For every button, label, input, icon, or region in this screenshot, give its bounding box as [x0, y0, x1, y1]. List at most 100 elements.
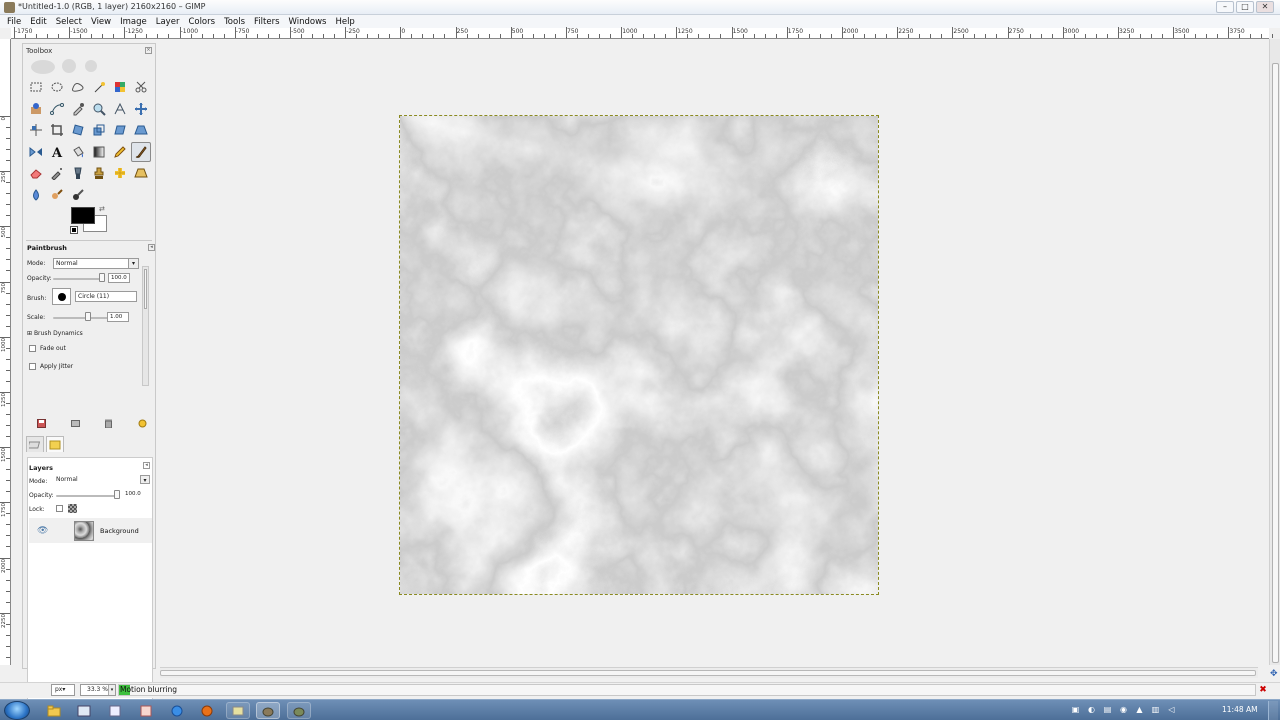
tool-smudge[interactable] — [47, 185, 67, 205]
tool-scissors-select[interactable] — [131, 77, 151, 97]
layers-mode-select[interactable]: Normal ▾ — [54, 475, 150, 486]
vertical-ruler[interactable]: 0 250 500 750 1000 1250 1500 1750 2000 2250 — [0, 39, 11, 665]
brush-name-field[interactable]: Circle (11) — [75, 291, 137, 302]
restore-options-icon[interactable] — [70, 418, 81, 429]
tool-shear[interactable] — [110, 120, 130, 140]
tool-options-config-icon[interactable]: ◂ — [148, 244, 155, 251]
tool-dodge-burn[interactable] — [68, 185, 88, 205]
tool-clone[interactable] — [89, 163, 109, 183]
toolbox-close-icon[interactable]: × — [145, 47, 152, 54]
tool-paintbrush[interactable] — [131, 141, 151, 162]
network-icon[interactable]: ▥ — [1150, 704, 1161, 715]
cancel-operation-icon[interactable]: ✖ — [1258, 684, 1268, 696]
taskbar-explorer[interactable] — [42, 702, 66, 719]
foreground-color-swatch[interactable] — [71, 207, 95, 224]
tool-crop[interactable] — [47, 120, 67, 140]
brush-dynamics-expander[interactable]: ⊞ Brush Dynamics — [27, 330, 83, 337]
horizontal-ruler[interactable]: -1750 -1500 -1250 -1000 -750 -500 -250 0 250 500 7… — [11, 27, 1274, 39]
menu-windows[interactable]: Windows — [286, 17, 330, 27]
reset-options-icon[interactable] — [137, 418, 148, 429]
tool-flip[interactable] — [26, 142, 46, 162]
tool-options-scrollbar[interactable] — [142, 266, 149, 386]
show-desktop-button[interactable] — [1268, 701, 1278, 720]
menu-edit[interactable]: Edit — [27, 17, 49, 27]
tab-brushes[interactable] — [46, 436, 64, 452]
lock-pixels-checkbox[interactable] — [56, 505, 63, 512]
tray-icon-5[interactable]: ▲ — [1134, 704, 1145, 715]
start-button[interactable] — [4, 701, 30, 720]
minimize-button[interactable]: – — [1216, 1, 1234, 13]
taskbar-gimp-image[interactable] — [256, 702, 280, 719]
tool-perspective[interactable] — [131, 120, 151, 140]
layers-config-icon[interactable]: ◂ — [143, 462, 150, 469]
opacity-spinbox[interactable]: 100.0 — [108, 273, 130, 283]
horizontal-scroll-thumb[interactable] — [160, 670, 1256, 676]
scale-slider-handle[interactable] — [85, 312, 91, 321]
tab-layers[interactable] — [26, 436, 44, 452]
tray-icon-4[interactable]: ◉ — [1118, 704, 1129, 715]
tool-free-select[interactable] — [68, 77, 88, 97]
tray-icon-3[interactable]: ▤ — [1102, 704, 1113, 715]
opacity-slider-handle[interactable] — [99, 273, 105, 282]
menu-file[interactable]: File — [4, 17, 24, 27]
tool-rect-select[interactable] — [26, 77, 46, 97]
tool-heal[interactable] — [110, 163, 130, 183]
taskbar-app[interactable] — [134, 702, 158, 719]
default-colors-icon[interactable] — [70, 226, 78, 234]
tool-align[interactable] — [26, 120, 46, 140]
image-canvas[interactable] — [399, 115, 879, 595]
swap-colors-icon[interactable]: ⇄ — [99, 205, 105, 213]
tool-perspective-clone[interactable] — [131, 163, 151, 183]
taskbar-window[interactable] — [72, 702, 96, 719]
menu-tools[interactable]: Tools — [221, 17, 248, 27]
save-options-icon[interactable] — [36, 418, 47, 429]
taskbar-gimp-toolbox[interactable] — [226, 702, 250, 719]
horizontal-scrollbar[interactable] — [160, 667, 1258, 678]
scale-spinbox[interactable]: 1.00 — [107, 312, 129, 322]
zoom-select[interactable]: 33.3 % ▾ — [80, 684, 116, 696]
mode-select[interactable]: Normal ▾ — [53, 258, 139, 269]
ruler-corner[interactable] — [0, 28, 11, 39]
menu-view[interactable]: View — [88, 17, 114, 27]
vertical-scroll-thumb[interactable] — [1272, 63, 1279, 663]
tool-ink[interactable] — [68, 163, 88, 183]
system-clock[interactable]: 11:48 AM — [1222, 705, 1258, 714]
tool-blur-sharpen[interactable] — [26, 185, 46, 205]
close-button[interactable]: ✕ — [1256, 1, 1274, 13]
layers-opacity-slider[interactable] — [56, 495, 118, 497]
tool-paths[interactable] — [47, 99, 67, 119]
taskbar-firefox[interactable] — [195, 702, 219, 719]
tool-select-by-color[interactable] — [110, 77, 130, 97]
taskbar-ie[interactable] — [165, 702, 189, 719]
vertical-scrollbar[interactable] — [1269, 39, 1280, 665]
menu-select[interactable]: Select — [53, 17, 85, 27]
menu-filters[interactable]: Filters — [251, 17, 282, 27]
layers-opacity-handle[interactable] — [114, 490, 120, 499]
navigate-icon[interactable]: ✥ — [1270, 669, 1280, 679]
brush-preview-button[interactable] — [52, 288, 71, 305]
menu-help[interactable]: Help — [332, 17, 357, 27]
tool-bucket-fill[interactable] — [68, 142, 88, 162]
tool-zoom[interactable] — [89, 99, 109, 119]
menu-colors[interactable]: Colors — [185, 17, 218, 27]
tool-color-picker[interactable] — [68, 99, 88, 119]
tool-ellipse-select[interactable] — [47, 77, 67, 97]
tool-measure[interactable] — [110, 99, 130, 119]
maximize-button[interactable]: □ — [1236, 1, 1254, 13]
layer-row[interactable]: 👁 Background — [29, 518, 152, 543]
delete-options-icon[interactable] — [103, 418, 114, 429]
tool-rotate[interactable] — [68, 120, 88, 140]
unit-select[interactable]: px▾ — [51, 684, 75, 696]
tool-foreground-select[interactable] — [26, 99, 46, 119]
apply-jitter-checkbox[interactable] — [29, 363, 36, 370]
eye-icon[interactable]: 👁 — [37, 526, 48, 536]
tool-text[interactable]: A — [47, 142, 67, 162]
color-selector[interactable]: ⇄ — [70, 205, 111, 237]
menu-image[interactable]: Image — [117, 17, 150, 27]
tool-eraser[interactable] — [26, 163, 46, 183]
lock-alpha-icon[interactable] — [68, 504, 77, 513]
volume-icon[interactable]: ◁ — [1166, 704, 1177, 715]
tray-icon-2[interactable]: ◐ — [1086, 704, 1097, 715]
tool-pencil[interactable] — [110, 142, 130, 162]
layers-opacity-spinbox[interactable]: 100.0 — [123, 490, 145, 500]
